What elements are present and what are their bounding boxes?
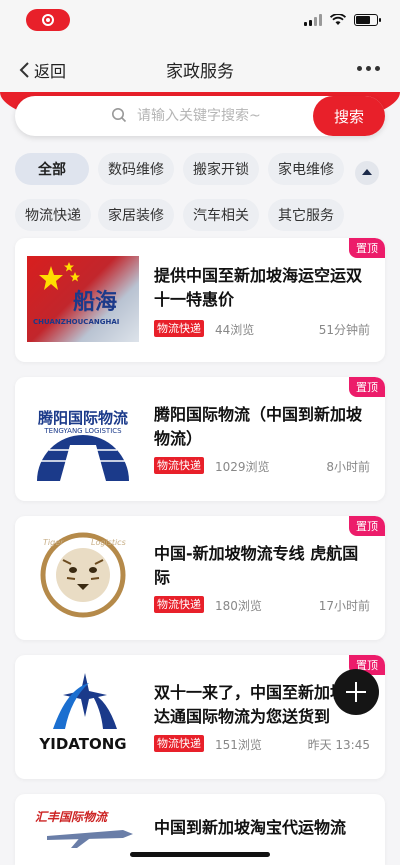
listing-thumbnail: YIDATONG — [27, 669, 139, 755]
category-chip[interactable]: 家电维修 — [268, 153, 344, 185]
listing-card[interactable]: 置顶 YIDATONG 双十一来了，中国至新加坡易达通国际物流为您送货到 物流快… — [15, 655, 385, 779]
airplane-icon — [47, 830, 133, 848]
listing-time: 17小时前 — [318, 599, 370, 613]
screen-record-icon[interactable] — [26, 9, 70, 31]
search-icon — [112, 108, 127, 123]
listing-card[interactable]: 置顶 船海 CHUANZHOUCANGHAI 提供中国至新加坡海运空运双十一特惠… — [15, 238, 385, 362]
signal-icon — [304, 14, 322, 26]
status-icons — [304, 14, 381, 26]
listing-time: 51分钟前 — [318, 323, 370, 337]
home-indicator — [130, 852, 270, 857]
pinned-badge: 置顶 — [349, 516, 385, 536]
status-bar — [0, 0, 400, 44]
category-chip[interactable]: 物流快递 — [15, 199, 91, 231]
listing-category-tag: 物流快递 — [154, 735, 204, 752]
thumbnail-logo-text: Tiger — [43, 538, 64, 547]
globe-icon — [37, 435, 129, 481]
pinned-badge: 置顶 — [349, 238, 385, 258]
listing-thumbnail: Tiger Logistics — [27, 532, 139, 618]
thumbnail-logo-subtext: Logistics — [91, 538, 126, 547]
listing-title: 中国到新加坡淘宝代运物流 — [154, 818, 347, 837]
thumbnail-logo-text: 船海 — [73, 290, 118, 315]
thumbnail-logo-text: YIDATONG — [39, 735, 127, 753]
listing-views: 44浏览 — [215, 323, 255, 337]
nav-bar: 返回 家政服务 — [0, 44, 400, 92]
listing-title: 中国-新加坡物流专线 虎航国际 — [154, 544, 359, 587]
wifi-icon — [330, 14, 346, 25]
search-bar: 搜索 — [15, 96, 385, 136]
listing-thumbnail: 腾阳国际物流 TENGYANG LOGISTICS — [27, 395, 139, 481]
category-chip[interactable]: 家居装修 — [98, 199, 174, 231]
search-button[interactable]: 搜索 — [313, 96, 385, 136]
search-input[interactable] — [137, 104, 307, 128]
more-menu-icon[interactable] — [357, 66, 380, 71]
listing-card[interactable]: 置顶 Tiger Logistics 中国-新加坡物流专线 虎航国际 物流快递 … — [15, 516, 385, 640]
listing-thumbnail: 船海 CHUANZHOUCANGHAI — [27, 256, 139, 342]
listing-title: 腾阳国际物流（中国到新加坡物流） — [154, 405, 363, 448]
category-chip[interactable]: 汽车相关 — [183, 199, 259, 231]
listing-title: 提供中国至新加坡海运空运双十一特惠价 — [154, 266, 363, 309]
add-post-button[interactable] — [333, 669, 379, 715]
pinned-badge: 置顶 — [349, 377, 385, 397]
listing-card[interactable]: 置顶 腾阳国际物流 TENGYANG LOGISTICS 腾阳国际物流（中国到新… — [15, 377, 385, 501]
listing-views: 151浏览 — [215, 738, 262, 752]
collapse-categories-icon[interactable] — [355, 161, 379, 185]
listing-thumbnail: 汇丰国际物流 — [27, 804, 139, 865]
listing-category-tag: 物流快递 — [154, 320, 204, 337]
category-chip[interactable]: 搬家开锁 — [183, 153, 259, 185]
category-chip-all[interactable]: 全部 — [15, 153, 89, 185]
battery-icon — [354, 14, 381, 26]
listing-category-tag: 物流快递 — [154, 596, 204, 613]
listing-time: 昨天 13:45 — [307, 738, 370, 752]
category-chip[interactable]: 数码维修 — [98, 153, 174, 185]
listing-category-tag: 物流快递 — [154, 457, 204, 474]
listing-time: 8小时前 — [326, 460, 370, 474]
listing-views: 1029浏览 — [215, 460, 270, 474]
page-title: 家政服务 — [166, 62, 234, 82]
listing-views: 180浏览 — [215, 599, 262, 613]
category-chip[interactable]: 其它服务 — [268, 199, 344, 231]
thumbnail-logo-subtext: CHUANZHOUCANGHAI — [33, 318, 120, 326]
